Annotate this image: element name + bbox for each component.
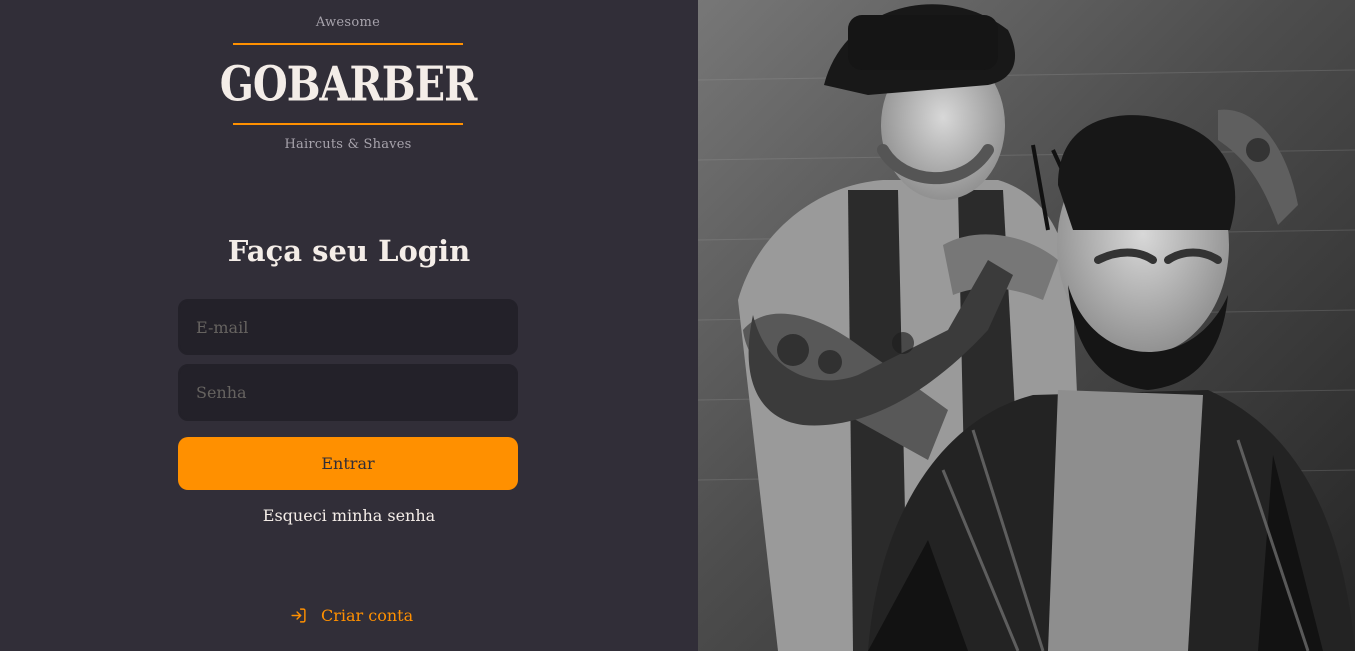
email-input[interactable]	[180, 301, 516, 353]
login-panel: Awesome GOBARBER Haircuts & Shaves Faça …	[0, 0, 698, 651]
create-account-link[interactable]: Criar conta	[290, 606, 413, 625]
logo-top-text: Awesome	[315, 15, 381, 30]
barber-photo	[698, 0, 1355, 651]
hero-image-panel	[698, 0, 1355, 651]
password-field-container	[178, 364, 518, 421]
logo-brand-name: GOBARBER	[219, 55, 478, 113]
create-account-label: Criar conta	[321, 606, 414, 625]
forgot-password-link[interactable]: Esqueci minha senha	[0, 506, 698, 525]
login-page: Awesome GOBARBER Haircuts & Shaves Faça …	[0, 0, 1355, 651]
logo-bottom-rule	[233, 123, 463, 125]
email-field-container	[178, 299, 518, 355]
password-input[interactable]	[180, 366, 516, 419]
log-in-icon	[290, 607, 307, 624]
logo-bottom-text: Haircuts & Shaves	[284, 137, 412, 152]
login-title: Faça seu Login	[227, 234, 471, 268]
login-button[interactable]: Entrar	[178, 437, 518, 490]
gobarber-logo: Awesome GOBARBER Haircuts & Shaves	[220, 14, 478, 152]
logo-brand-row: GOBARBER	[220, 45, 478, 123]
